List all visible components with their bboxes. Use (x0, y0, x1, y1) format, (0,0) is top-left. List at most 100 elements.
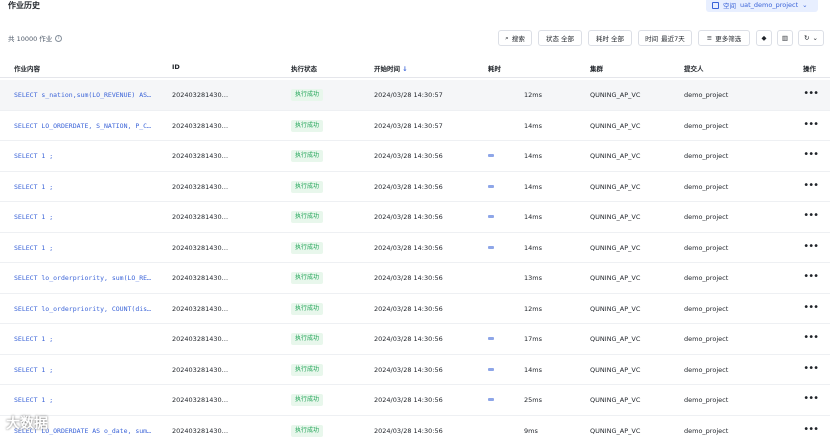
start-time: 2024/03/28 14:30:56 (374, 365, 443, 374)
table-row[interactable]: SELECT LO_ORDERDATE AS o_date, sum… 2024… (0, 416, 830, 438)
more-actions-icon[interactable]: ••• (803, 119, 819, 130)
col-header-actions: 操作 (803, 65, 816, 73)
sql-link[interactable]: SELECT lo_orderpriority, COUNT(dis… (14, 305, 151, 313)
more-actions-icon[interactable]: ••• (803, 241, 819, 252)
workspace-icon (712, 1, 719, 9)
cluster: QUNING_AP_VC (590, 304, 641, 313)
col-header-duration: 耗时 (488, 65, 501, 73)
sql-link[interactable]: SELECT 1 ; (14, 244, 53, 252)
duration: 12ms (524, 91, 542, 99)
sql-link[interactable]: SELECT 1 ; (14, 152, 53, 160)
status-badge: 执行成功 (291, 180, 324, 193)
sql-link[interactable]: SELECT 1 ; (14, 213, 53, 221)
pin-button[interactable]: ◆ (756, 30, 772, 46)
table-row[interactable]: SELECT 1 ; 202403281430… 执行成功 2024/03/28… (0, 172, 830, 202)
job-count-label: 共 10000 作业 (8, 35, 53, 43)
sort-down-icon[interactable]: ↓ (402, 65, 407, 73)
start-time: 2024/03/28 14:30:56 (374, 274, 443, 282)
cluster: QUNING_AP_VC (590, 335, 641, 343)
status-badge: 执行成功 (291, 363, 324, 376)
more-actions-icon[interactable]: ••• (803, 302, 819, 313)
job-id: 202403281430… (172, 304, 229, 313)
submitter: demo_project (684, 335, 729, 343)
more-actions-icon[interactable]: ••• (803, 88, 819, 99)
table-row[interactable]: SELECT lo_orderpriority, sum(LO_RE… 2024… (0, 263, 830, 294)
more-actions-icon[interactable]: ••• (803, 363, 819, 374)
more-actions-icon[interactable]: ••• (803, 332, 819, 343)
col-header-submitter: 提交人 (684, 65, 704, 73)
table-row[interactable]: SELECT 1 ; 202403281430… 执行成功 2024/03/28… (0, 202, 830, 233)
cluster: QUNING_AP_VC (590, 274, 641, 282)
submitter: demo_project (684, 213, 729, 221)
more-actions-icon[interactable]: ••• (803, 180, 819, 191)
job-id: 202403281430… (172, 335, 229, 343)
watermark-logo: 大数据 (6, 416, 48, 432)
start-time: 2024/03/28 14:30:57 (374, 121, 443, 130)
duration: 14ms (524, 365, 542, 374)
status-badge: 执行成功 (291, 211, 324, 223)
search-button[interactable]: ⌕ 搜索 (498, 30, 532, 46)
submitter: demo_project (684, 152, 729, 160)
sql-link[interactable]: SELECT LO_ORDERDATE, S_NATION, P_C… (14, 122, 151, 130)
table-row[interactable]: SELECT 1 ; 202403281430… 执行成功 2024/03/28… (0, 385, 830, 416)
col-header-start[interactable]: 开始时间 ↓ (374, 63, 408, 73)
search-label: 搜索 (511, 35, 525, 43)
start-time: 2024/03/28 14:30:56 (374, 335, 443, 343)
sql-link[interactable]: SELECT 1 ; (14, 183, 53, 191)
table-row[interactable]: SELECT 1 ; 202403281430… 执行成功 2024/03/28… (0, 233, 830, 263)
table-row[interactable]: SELECT 1 ; 202403281430… 执行成功 2024/03/28… (0, 324, 830, 355)
columns-button[interactable]: ▥ (777, 30, 793, 46)
cluster: QUNING_AP_VC (590, 396, 641, 404)
duration-bar (488, 154, 494, 157)
start-time: 2024/03/28 14:30:56 (374, 152, 443, 160)
workspace-label: 空间 (723, 2, 736, 10)
sql-link[interactable]: SELECT 1 ; (14, 366, 53, 374)
col-header-start-label: 开始时间 (374, 65, 400, 73)
table-row[interactable]: SELECT LO_ORDERDATE, S_NATION, P_C… 2024… (0, 111, 830, 141)
table-row[interactable]: SELECT lo_orderpriority, COUNT(dis… 2024… (0, 294, 830, 324)
duration: 14ms (524, 213, 542, 221)
duration: 14ms (524, 152, 542, 160)
info-icon[interactable]: i (55, 34, 63, 42)
more-filters-button[interactable]: ≡ 更多筛选 (698, 30, 750, 46)
search-icon: ⌕ (505, 33, 509, 42)
workspace-value: uat_demo_project (740, 1, 799, 9)
job-id: 202403281430… (172, 152, 229, 160)
status-filter[interactable]: 状态 全部 (538, 30, 582, 46)
duration: 14ms (524, 182, 542, 191)
job-id: 202403281430… (172, 91, 229, 99)
duration-filter-label: 耗时 全部 (595, 35, 625, 43)
duration-bar (488, 245, 494, 249)
workspace-selector[interactable]: 空间 uat_demo_project ⌄ (706, 0, 818, 12)
refresh-button[interactable]: ↻ ⌄ (798, 30, 824, 46)
table-row[interactable]: SELECT 1 ; 202403281430… 执行成功 2024/03/28… (0, 141, 830, 172)
more-actions-icon[interactable]: ••• (803, 271, 819, 282)
refresh-icon: ↻ (804, 34, 810, 42)
submitter: demo_project (684, 91, 729, 99)
job-id: 202403281430… (172, 426, 229, 435)
sql-link[interactable]: SELECT 1 ; (14, 396, 53, 404)
sql-link[interactable]: SELECT 1 ; (14, 335, 53, 343)
more-actions-icon[interactable]: ••• (803, 149, 819, 160)
table-row[interactable]: SELECT 1 ; 202403281430… 执行成功 2024/03/28… (0, 355, 830, 385)
cluster: QUNING_AP_VC (590, 213, 641, 221)
sql-link[interactable]: SELECT lo_orderpriority, sum(LO_RE… (14, 274, 151, 282)
start-time: 2024/03/28 14:30:56 (374, 426, 443, 435)
more-actions-icon[interactable]: ••• (803, 424, 819, 435)
start-time: 2024/03/28 14:30:56 (374, 213, 443, 221)
start-time: 2024/03/28 14:30:57 (374, 91, 443, 99)
table-row[interactable]: SELECT s_nation,sum(LO_REVENUE) AS… 2024… (0, 80, 830, 111)
start-time: 2024/03/28 14:30:56 (374, 396, 443, 404)
col-header-cluster: 集群 (590, 65, 603, 73)
more-filters-label: 更多筛选 (715, 35, 742, 43)
time-filter[interactable]: 时间 最近7天 (638, 30, 692, 46)
more-actions-icon[interactable]: ••• (803, 393, 819, 404)
duration-filter[interactable]: 耗时 全部 (588, 30, 632, 46)
status-badge: 执行成功 (291, 394, 324, 406)
more-actions-icon[interactable]: ••• (803, 210, 819, 221)
job-id: 202403281430… (172, 365, 229, 374)
sql-link[interactable]: SELECT s_nation,sum(LO_REVENUE) AS… (14, 91, 151, 99)
submitter: demo_project (684, 121, 729, 130)
cluster: QUNING_AP_VC (590, 152, 641, 160)
cluster: QUNING_AP_VC (590, 91, 641, 99)
